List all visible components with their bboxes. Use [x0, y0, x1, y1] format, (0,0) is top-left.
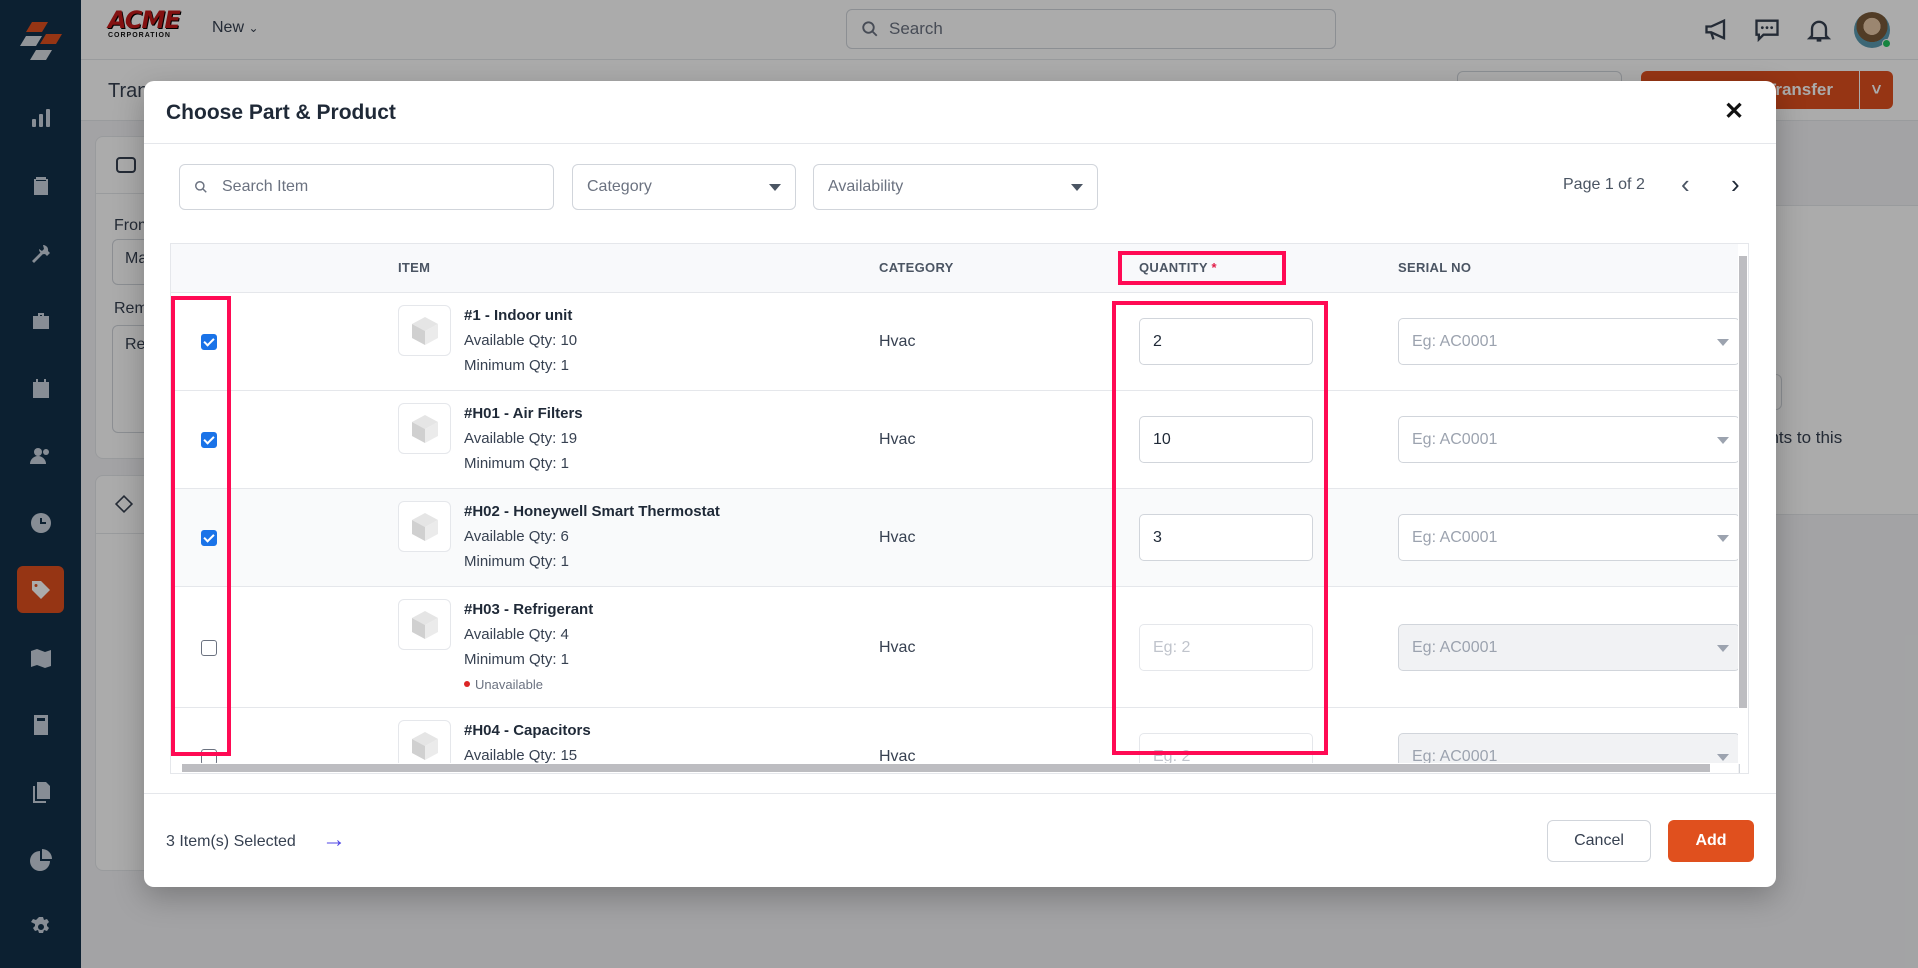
item-name: #1 - Indoor unit	[464, 307, 573, 324]
caret-down-icon	[1717, 754, 1729, 761]
item-name: #H03 - Refrigerant	[464, 601, 594, 618]
highlight-box-quantity-header	[1118, 251, 1286, 285]
item-minimum-qty: Minimum Qty: 1	[464, 357, 570, 374]
column-serial-no: SERIAL NO	[1398, 260, 1472, 275]
item-thumbnail	[398, 305, 451, 356]
serial-no-select[interactable]: Eg: AC0001	[1398, 514, 1740, 561]
add-button[interactable]: Add	[1668, 820, 1754, 862]
page-indicator: Page 1 of 2	[1563, 176, 1645, 193]
item-minimum-qty: Minimum Qty: 1	[464, 455, 570, 472]
modal-title: Choose Part & Product	[166, 101, 396, 124]
column-category: CATEGORY	[879, 260, 954, 275]
cancel-button[interactable]: Cancel	[1547, 820, 1651, 862]
item-available-qty: Available Qty: 10	[464, 332, 578, 349]
chevron-left-icon[interactable]: ‹	[1681, 171, 1690, 197]
category-select[interactable]: Category	[572, 164, 796, 210]
serial-no-select[interactable]: Eg: AC0001	[1398, 623, 1740, 671]
caret-down-icon	[1717, 535, 1729, 542]
chevron-right-icon[interactable]: ›	[1731, 171, 1740, 197]
caret-down-icon	[1717, 339, 1729, 346]
scrollbar-thumb[interactable]	[1739, 256, 1747, 708]
table-row: #1 - Indoor unit Available Qty: 10 Minimum…	[171, 293, 1740, 391]
serial-no-select[interactable]: Eg: AC0001	[1398, 318, 1740, 365]
search-icon	[195, 181, 207, 193]
scrollbar-thumb[interactable]	[182, 764, 1710, 772]
cube-icon	[411, 731, 438, 760]
choose-part-modal: Choose Part & Product ✕ Search Item Cate…	[144, 81, 1776, 887]
item-category: Hvac	[879, 529, 916, 546]
caret-down-icon	[1717, 644, 1729, 652]
highlight-box-checkboxes	[171, 296, 231, 756]
search-item-input[interactable]: Search Item	[179, 164, 554, 210]
caret-down-icon	[1717, 437, 1729, 444]
availability-select[interactable]: Availability	[813, 164, 1098, 210]
close-icon[interactable]: ✕	[1722, 100, 1746, 124]
item-available-qty: Available Qty: 19	[464, 430, 578, 447]
item-thumbnail	[398, 501, 451, 552]
caret-down-icon	[1071, 183, 1083, 191]
table-header: ITEM CATEGORY QUANTITY * SERIAL NO	[171, 244, 1738, 293]
cube-icon	[411, 316, 438, 345]
item-available-qty: Available Qty: 6	[464, 528, 569, 545]
selected-count: 3 Item(s) Selected	[166, 833, 296, 850]
item-minimum-qty: Minimum Qty: 1	[464, 553, 570, 570]
divider	[144, 143, 1776, 144]
item-category: Hvac	[879, 431, 916, 448]
item-category: Hvac	[879, 333, 916, 350]
arrow-right-icon[interactable]: →	[322, 826, 346, 854]
unavailable-badge: Unavailable	[464, 677, 543, 692]
divider	[144, 793, 1776, 794]
column-item: ITEM	[398, 260, 431, 275]
table-row: #H03 - Refrigerant Available Qty: 4 Minimu…	[171, 587, 1740, 708]
table-row: #H01 - Air Filters Available Qty: 19 Minim…	[171, 391, 1740, 489]
cube-icon	[411, 414, 438, 443]
item-available-qty: Available Qty: 4	[464, 626, 569, 643]
item-name: #H02 - Honeywell Smart Thermostat	[464, 503, 720, 520]
table-row: #H02 - Honeywell Smart Thermostat Availab…	[171, 489, 1740, 587]
item-category: Hvac	[879, 638, 916, 656]
serial-no-select[interactable]: Eg: AC0001	[1398, 416, 1740, 463]
cube-icon	[411, 610, 438, 639]
cube-icon	[411, 512, 438, 541]
item-minimum-qty: Minimum Qty: 1	[464, 651, 570, 668]
parts-table: ITEM CATEGORY QUANTITY * SERIAL NO #1 - …	[170, 243, 1749, 774]
item-thumbnail	[398, 403, 451, 454]
item-available-qty: Available Qty: 15	[464, 747, 578, 764]
highlight-box-quantity-column	[1112, 301, 1328, 755]
caret-down-icon	[769, 183, 781, 191]
vertical-scrollbar[interactable]	[1738, 253, 1748, 764]
item-name: #H04 - Capacitors	[464, 722, 591, 739]
horizontal-scrollbar[interactable]	[171, 763, 1738, 773]
item-thumbnail	[398, 599, 451, 650]
item-name: #H01 - Air Filters	[464, 405, 583, 422]
